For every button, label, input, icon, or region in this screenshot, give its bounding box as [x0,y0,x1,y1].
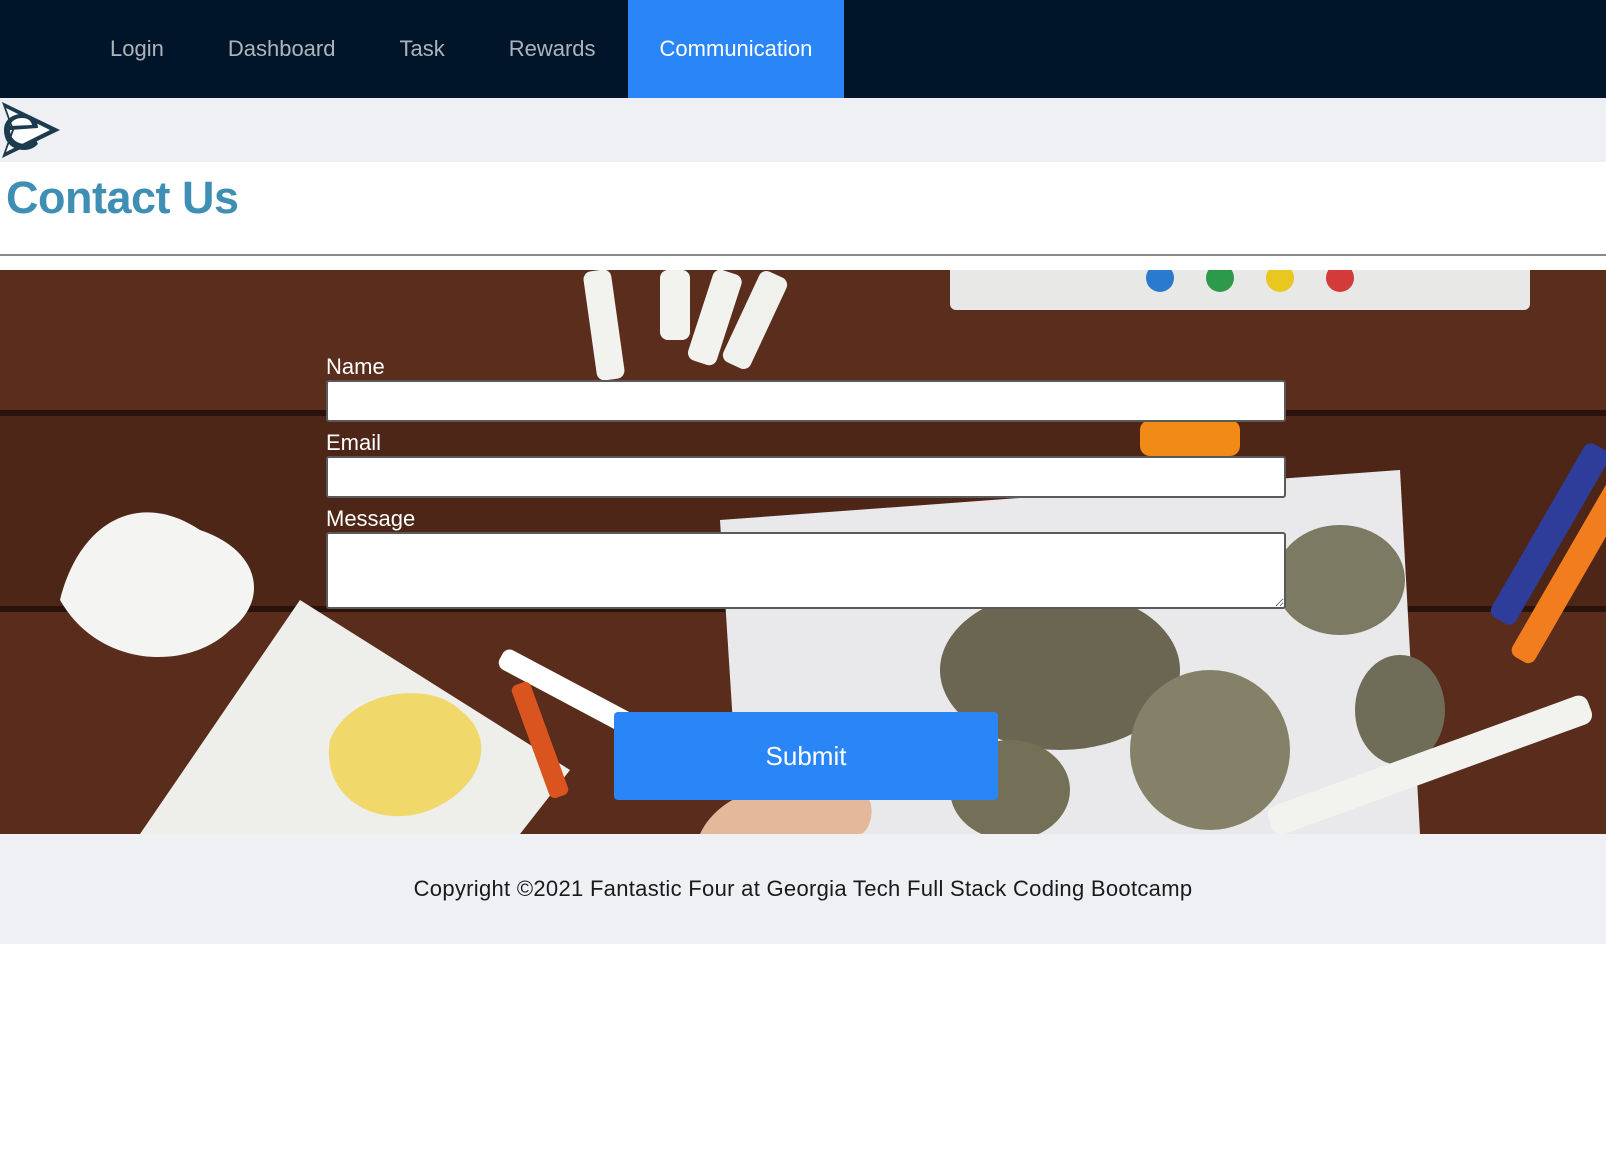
nav-item-communication[interactable]: Communication [627,0,845,98]
title-section: Contact Us [0,162,1606,256]
nav-item-dashboard[interactable]: Dashboard [196,0,368,98]
footer: Copyright ©2021 Fantastic Four at Georgi… [0,834,1606,944]
name-field[interactable] [326,380,1286,422]
e-arrow-logo-icon[interactable] [0,100,62,160]
email-label: Email [326,430,382,455]
nav-item-task[interactable]: Task [367,0,476,98]
nav-item-rewards[interactable]: Rewards [477,0,628,98]
contact-hero: Name Email Message Submit [0,270,1606,834]
submit-button[interactable]: Submit [614,712,998,800]
nav-menu: Login Dashboard Task Rewards Communicati… [78,0,845,98]
message-label: Message [326,506,416,531]
nav-item-login[interactable]: Login [78,0,196,98]
top-navbar: Login Dashboard Task Rewards Communicati… [0,0,1606,98]
contact-form: Name Email Message Submit [326,354,1286,800]
page-title: Contact Us [6,172,239,223]
message-field[interactable] [326,532,1286,609]
logo-bar [0,98,1606,162]
copyright-text: Copyright ©2021 Fantastic Four at Georgi… [413,876,1193,901]
name-label: Name [326,354,385,379]
email-field[interactable] [326,456,1286,498]
